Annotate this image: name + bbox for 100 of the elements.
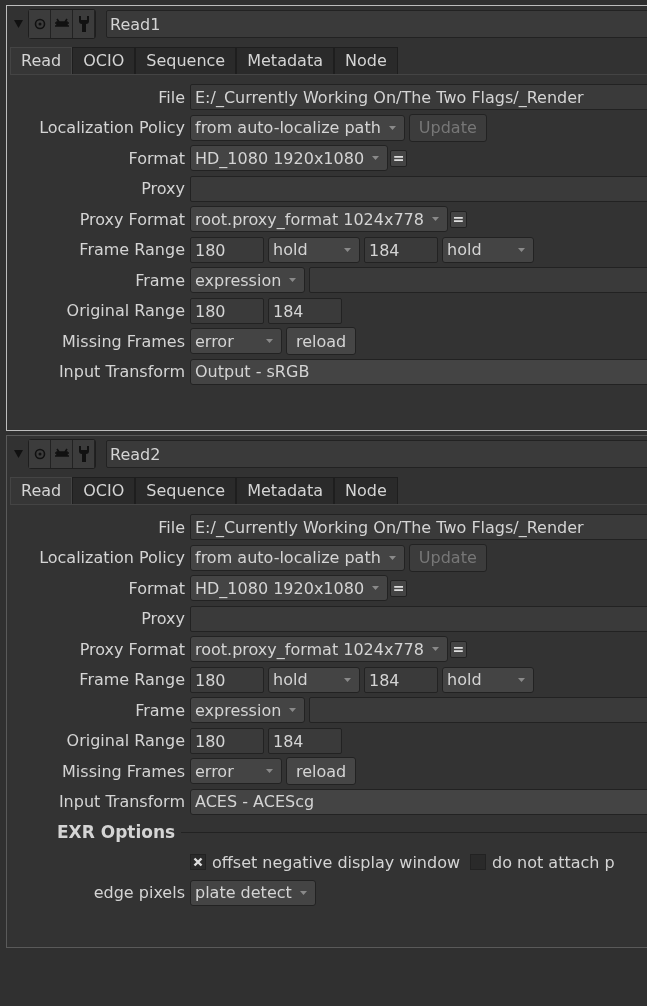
- equals-button[interactable]: =: [390, 149, 408, 167]
- field-label: Input Transform: [58, 792, 185, 812]
- number-field[interactable]: 180: [190, 236, 264, 263]
- text-field[interactable]: [309, 697, 647, 724]
- checkbox-label: do not attach p: [492, 852, 615, 872]
- caret-icon: [372, 586, 380, 591]
- caret-icon: [388, 125, 396, 130]
- number-field[interactable]: 184: [268, 727, 342, 754]
- cross-mark-icon: [193, 857, 203, 868]
- caret-icon: [344, 247, 351, 252]
- dropdown[interactable]: error: [190, 328, 282, 355]
- number-field[interactable]: 180: [190, 666, 264, 693]
- tab[interactable]: Sequence: [135, 47, 237, 74]
- caret-icon: [388, 555, 396, 560]
- field-label: Frame: [135, 700, 185, 720]
- caret-icon: [344, 677, 351, 682]
- number-field[interactable]: 184: [364, 666, 438, 693]
- dropdown[interactable]: hold: [268, 236, 360, 263]
- field-label: Missing Frames: [62, 331, 185, 351]
- number-field[interactable]: 180: [190, 727, 264, 754]
- checkbox[interactable]: [190, 854, 206, 871]
- field-label: edge pixels: [93, 883, 185, 903]
- section-heading: EXR Options: [57, 822, 176, 842]
- caret-icon: [372, 156, 380, 161]
- field-label: Missing Frames: [62, 761, 185, 781]
- equals-button[interactable]: =: [450, 640, 467, 658]
- text-field[interactable]: [190, 175, 647, 202]
- caret-icon: [266, 769, 273, 774]
- field-label: Localization Policy: [39, 548, 185, 568]
- number-field[interactable]: 184: [268, 297, 342, 324]
- dropdown[interactable]: from auto-localize path: [190, 114, 405, 141]
- number-field[interactable]: 180: [190, 297, 264, 324]
- dropdown[interactable]: HD_1080 1920x1080: [190, 145, 389, 172]
- field-label: File: [158, 87, 185, 107]
- dropdown[interactable]: expression: [190, 697, 306, 724]
- caret-icon: [266, 339, 273, 344]
- field-label: Frame Range: [79, 670, 185, 690]
- text-field[interactable]: E:/_Currently Working On/The Two Flags/_Render: [190, 84, 647, 111]
- tab[interactable]: Read: [10, 47, 73, 74]
- field-label: Original Range: [66, 731, 185, 751]
- tab[interactable]: Read: [10, 477, 73, 504]
- dropdown[interactable]: root.proxy_format 1024x778: [190, 636, 448, 663]
- dropdown[interactable]: hold: [442, 236, 534, 263]
- dropdown[interactable]: plate detect: [190, 879, 316, 906]
- dropdown[interactable]: error: [190, 758, 282, 785]
- field-label: Localization Policy: [39, 118, 185, 138]
- field-label: Frame Range: [79, 240, 185, 260]
- bug-icon: [53, 448, 70, 460]
- field-label: Proxy Format: [79, 639, 185, 659]
- dropdown[interactable]: HD_1080 1920x1080: [190, 575, 389, 602]
- tab[interactable]: Node: [333, 47, 398, 74]
- tab[interactable]: Sequence: [135, 477, 237, 504]
- collapse-triangle-icon[interactable]: [14, 20, 23, 28]
- caret-icon: [518, 677, 525, 682]
- tab[interactable]: OCIO: [72, 477, 136, 504]
- target-icon: [33, 448, 46, 460]
- push-button[interactable]: reload: [286, 757, 357, 786]
- dropdown[interactable]: expression: [190, 267, 306, 294]
- number-field[interactable]: 184: [364, 236, 438, 263]
- field-label: Frame: [135, 270, 185, 290]
- field-label: Original Range: [66, 301, 185, 321]
- tab[interactable]: Metadata: [236, 47, 334, 74]
- field-label: Format: [128, 148, 185, 168]
- caret-icon: [289, 278, 297, 283]
- caret-icon: [299, 890, 307, 895]
- caret-icon: [289, 708, 297, 713]
- dropdown[interactable]: hold: [268, 666, 360, 693]
- dropdown[interactable]: root.proxy_format 1024x778: [190, 206, 448, 233]
- field-label: Proxy: [141, 179, 185, 199]
- node-name-field[interactable]: Read2: [106, 440, 647, 468]
- field-label: Format: [128, 578, 185, 598]
- caret-icon: [432, 647, 439, 652]
- tab[interactable]: Metadata: [236, 477, 334, 504]
- checkbox-label: offset negative display window: [212, 852, 460, 872]
- equals-button[interactable]: =: [390, 579, 408, 597]
- target-icon: [33, 18, 46, 30]
- dropdown[interactable]: Output - sRGB: [190, 358, 647, 385]
- field-label: Proxy Format: [79, 209, 185, 229]
- collapse-triangle-icon[interactable]: [14, 450, 23, 458]
- text-field[interactable]: [309, 267, 647, 294]
- field-label: File: [158, 517, 185, 537]
- text-field[interactable]: [190, 605, 647, 632]
- field-label: Input Transform: [58, 362, 185, 382]
- node-name-field[interactable]: Read1: [106, 10, 647, 38]
- toolbar-button[interactable]: [29, 10, 51, 38]
- push-button[interactable]: reload: [286, 327, 357, 356]
- caret-icon: [432, 217, 439, 222]
- field-label: Proxy: [141, 609, 185, 629]
- dropdown[interactable]: hold: [442, 666, 534, 693]
- toolbar-button[interactable]: [29, 440, 51, 468]
- dropdown[interactable]: from auto-localize path: [190, 544, 405, 571]
- wrench-icon: [77, 445, 90, 463]
- dropdown[interactable]: ACES - ACEScg: [190, 788, 647, 815]
- text-field[interactable]: E:/_Currently Working On/The Two Flags/_Render: [190, 514, 647, 541]
- wrench-icon: [77, 15, 90, 33]
- equals-button[interactable]: =: [450, 210, 467, 228]
- caret-icon: [518, 247, 525, 252]
- tab[interactable]: OCIO: [72, 47, 136, 74]
- bug-icon: [53, 18, 70, 30]
- tab[interactable]: Node: [333, 477, 398, 504]
